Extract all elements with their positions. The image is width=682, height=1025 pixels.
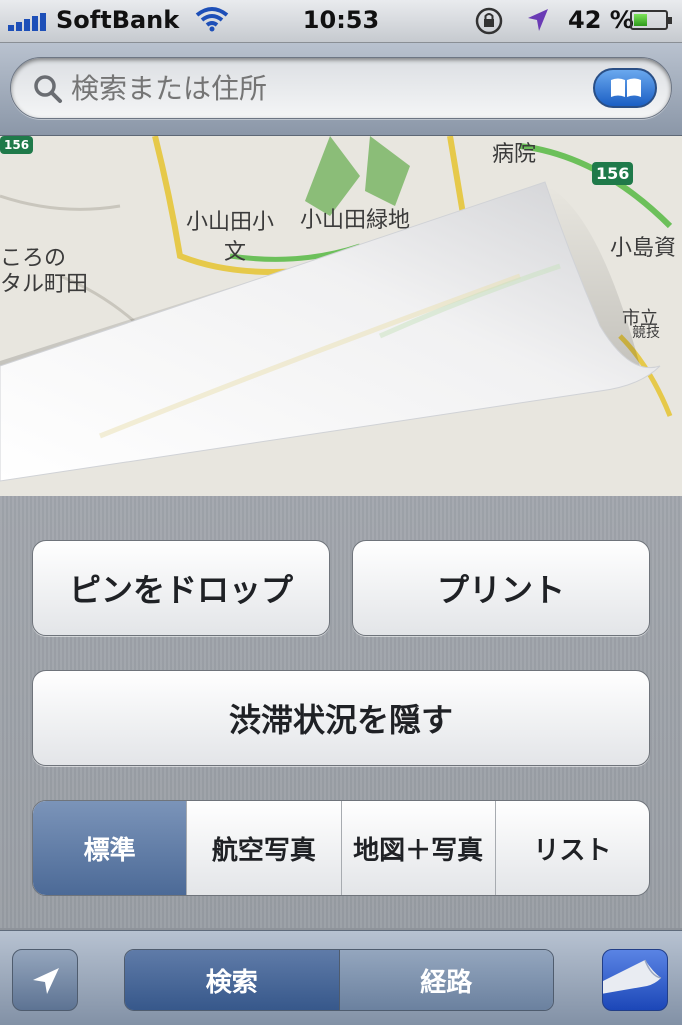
bottom-toolbar: 検索 経路	[0, 930, 682, 1025]
bookmarks-button[interactable]	[593, 68, 657, 108]
search-directions-segmented-control: 検索 経路	[124, 949, 554, 1011]
search-input[interactable]	[69, 71, 553, 106]
hide-traffic-button[interactable]: 渋滞状況を隠す	[32, 670, 650, 766]
search-icon	[34, 75, 62, 103]
page-curl-button[interactable]	[602, 949, 668, 1011]
map-view[interactable]: 156 病院 小山田小 文 小山田緑地 ころの タル町田 小島資 市立 競技 1…	[0, 136, 682, 496]
current-location-button[interactable]	[12, 949, 78, 1011]
route-shield: 156	[592, 162, 634, 185]
map-type-list[interactable]: リスト	[494, 801, 649, 895]
map-label: タル町田	[0, 272, 89, 297]
search-bar	[0, 43, 682, 136]
rotation-lock-icon	[475, 7, 503, 35]
map-label: 競技	[632, 325, 660, 341]
map-label: 小山田小	[186, 210, 275, 235]
battery-icon	[630, 10, 672, 30]
bookmarks-icon	[611, 78, 641, 97]
battery-percentage: 42 %	[568, 6, 634, 34]
hide-traffic-label: 渋滞状況を隠す	[228, 701, 453, 739]
location-arrow-icon	[33, 968, 59, 994]
page-curl-icon	[603, 959, 662, 994]
location-services-icon	[528, 9, 548, 31]
tab-directions[interactable]: 経路	[338, 950, 553, 1010]
print-button[interactable]: プリント	[352, 540, 650, 636]
drop-pin-label: ピンをドロップ	[68, 571, 293, 609]
print-label: プリント	[436, 571, 565, 609]
search-field[interactable]	[10, 57, 672, 119]
map-type-hybrid[interactable]: 地図＋写真	[340, 801, 495, 895]
map-type-satellite[interactable]: 航空写真	[186, 801, 340, 895]
map-type-segmented-control: 標準 航空写真 地図＋写真 リスト	[32, 800, 650, 896]
route-shield: 156	[0, 136, 34, 154]
map-type-standard[interactable]: 標準	[33, 801, 187, 895]
map-label: 病院	[492, 142, 537, 167]
map-label: 小島資	[610, 236, 677, 261]
map-label: 文	[224, 240, 247, 265]
tab-search[interactable]: 検索	[125, 950, 339, 1010]
status-bar: SoftBank 10:53 42 %	[0, 0, 682, 43]
drop-pin-button[interactable]: ピンをドロップ	[32, 540, 330, 636]
map-label: 小山田緑地	[300, 208, 411, 233]
